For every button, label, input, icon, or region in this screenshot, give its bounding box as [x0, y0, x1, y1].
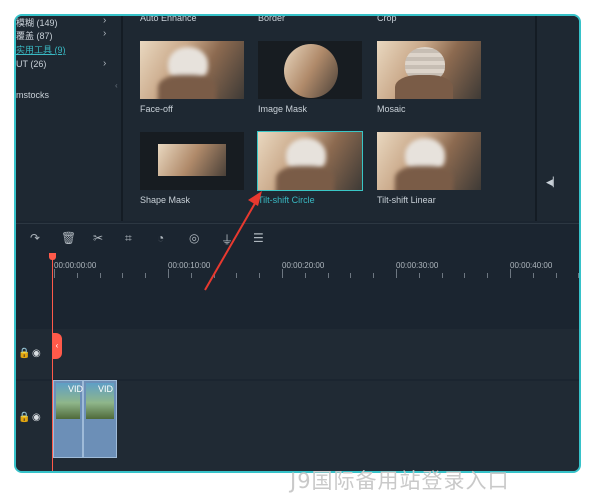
effect-label-border[interactable]: Border: [258, 16, 285, 23]
ruler-tick: [54, 269, 55, 278]
subject-body: [158, 75, 216, 99]
category-utility-active[interactable]: 实用工具 (9): [16, 43, 66, 56]
ruler-tick: [396, 269, 397, 278]
effect-thumb-tilt-shift-linear[interactable]: [377, 132, 481, 190]
ruler-tick: [510, 269, 511, 278]
subject-body: [395, 75, 453, 99]
category-overlay[interactable]: 覆盖 (87): [16, 29, 53, 42]
chevron-right-icon[interactable]: ›: [103, 58, 106, 69]
effect-thumb-face-off[interactable]: [140, 41, 244, 99]
effect-thumb-image-mask[interactable]: [258, 41, 362, 99]
effect-label-face-off[interactable]: Face-off: [140, 104, 173, 114]
ruler-tick: [441, 273, 443, 278]
effect-label-tilt-shift-linear[interactable]: Tilt-shift Linear: [377, 195, 436, 205]
clip-label: VID: [98, 384, 114, 394]
ruler-tick: [76, 273, 78, 278]
ruler-tick: [578, 273, 579, 278]
ruler-tick: [190, 273, 192, 278]
clip-label: VID: [68, 384, 84, 394]
effect-label-mosaic[interactable]: Mosaic: [377, 104, 406, 114]
app-window: 模糊 (149) › 覆盖 (87) › 实用工具 (9) UT (26) › …: [14, 14, 581, 473]
playhead[interactable]: [52, 254, 53, 471]
preview-panel: [537, 16, 579, 221]
lock-icon[interactable]: 🔒: [18, 412, 30, 423]
track-effects: [16, 329, 579, 379]
delete-icon[interactable]: 🗑: [61, 231, 76, 245]
ruler-tick: [327, 273, 329, 278]
ruler-timestamp: 00:00:30:00: [396, 261, 439, 270]
video-clip[interactable]: VID: [53, 380, 83, 458]
split-icon[interactable]: ⏚: [221, 231, 233, 248]
adjust-icon[interactable]: ☰: [253, 231, 264, 245]
chevron-left-icon[interactable]: ‹: [115, 81, 118, 90]
effect-thumb-mosaic[interactable]: [377, 41, 481, 99]
ruler-tick: [122, 273, 124, 278]
chevron-right-icon[interactable]: ›: [103, 16, 106, 26]
play-icon[interactable]: ◀▏: [546, 177, 560, 188]
effect-label-auto-enhance[interactable]: Auto Enhance: [140, 16, 197, 23]
ruler-tick: [259, 273, 261, 278]
crop-icon[interactable]: ⌗: [125, 231, 132, 246]
subject-body: [395, 166, 453, 190]
effect-marker[interactable]: ‹: [52, 333, 62, 359]
ruler-tick: [236, 273, 238, 278]
ruler-tick: [487, 273, 489, 278]
color-icon[interactable]: ◎: [189, 231, 199, 245]
ruler-tick: [99, 273, 101, 278]
eye-icon[interactable]: ◉: [32, 348, 41, 359]
ruler-tick: [532, 273, 534, 278]
playhead-handle[interactable]: [49, 253, 56, 260]
ruler-timestamp: 00:00:10:00: [168, 261, 211, 270]
ruler-tick: [304, 273, 306, 278]
ruler-tick: [145, 273, 147, 278]
effect-thumb-tilt-shift-circle[interactable]: [257, 131, 363, 191]
category-blur[interactable]: 模糊 (149): [16, 16, 58, 29]
subject-body: [276, 166, 334, 190]
ruler-tick: [282, 269, 283, 278]
ruler-tick: [213, 273, 215, 278]
effect-thumb-shape-mask[interactable]: [140, 132, 244, 190]
timeline-empty-area: [16, 283, 579, 327]
ruler-timestamp: 00:00:40:00: [510, 261, 553, 270]
video-clip[interactable]: VID: [83, 380, 117, 458]
cut-icon[interactable]: ✂: [93, 231, 103, 245]
effect-label-shape-mask[interactable]: Shape Mask: [140, 195, 190, 205]
speed-icon[interactable]: ◔: [157, 231, 164, 245]
redo-icon[interactable]: ↷: [30, 231, 40, 245]
effect-label-crop[interactable]: Crop: [377, 16, 397, 23]
watermark: J9国际备用站登录入口: [290, 469, 510, 493]
category-filmstocks[interactable]: mstocks: [16, 90, 49, 100]
effect-label-image-mask[interactable]: Image Mask: [258, 104, 307, 114]
ruler-timestamp: 00:00:20:00: [282, 261, 325, 270]
ruler-tick: [373, 273, 375, 278]
ruler-tick: [168, 269, 169, 278]
ruler-tick: [350, 273, 352, 278]
category-lut[interactable]: UT (26): [16, 59, 46, 69]
ruler-tick: [464, 273, 466, 278]
ruler-tick: [555, 273, 557, 278]
mask-rectangle: [158, 144, 226, 176]
eye-icon[interactable]: ◉: [32, 412, 41, 423]
effect-label-tilt-shift-circle[interactable]: Tilt-shift Circle: [258, 195, 315, 205]
chevron-right-icon[interactable]: ›: [103, 28, 106, 39]
ruler-tick: [418, 273, 420, 278]
lock-icon[interactable]: 🔒: [18, 348, 30, 359]
mask-circle: [284, 44, 338, 98]
ruler-timestamp: 00:00:00:00: [54, 261, 97, 270]
